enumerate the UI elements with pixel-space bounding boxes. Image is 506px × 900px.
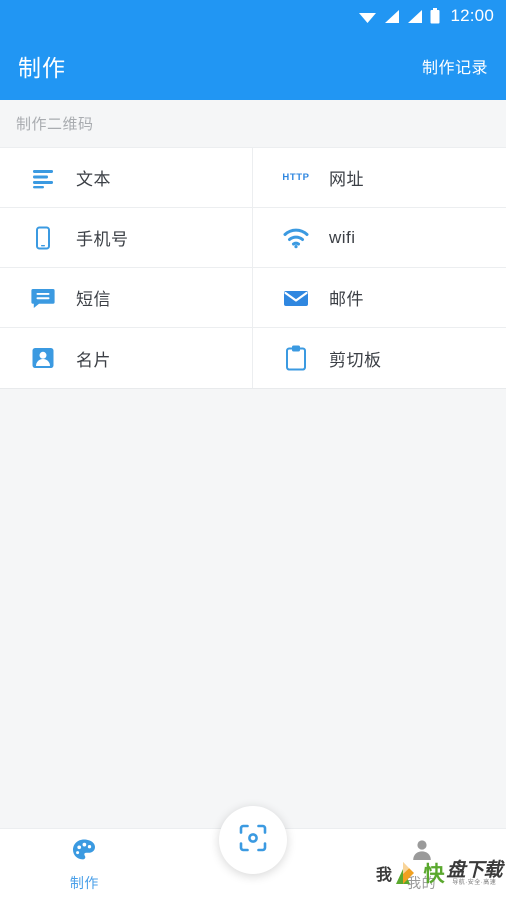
grid-item-label: 名片	[76, 350, 111, 370]
qr-type-grid: 文本 HTTP 网址 手机号 wifi 短信 邮件 名片 剪切板	[0, 148, 506, 389]
page-title: 制作	[18, 55, 66, 81]
palette-icon	[71, 837, 97, 868]
grid-item-label: 手机号	[76, 230, 129, 249]
person-icon	[409, 837, 435, 868]
phone-icon	[28, 223, 58, 253]
grid-item-label: 短信	[76, 290, 111, 309]
nav-tab-label: 制作	[69, 874, 99, 891]
grid-item-label: wifi	[329, 227, 356, 247]
status-bar-time: 12:00	[450, 6, 494, 25]
nav-tab-profile[interactable]: 我的	[337, 829, 506, 900]
app-screen: 12:00 制作 制作记录 制作二维码 文本 HTTP 网址 手机号 wifi …	[0, 0, 506, 900]
message-icon	[28, 283, 58, 313]
wifi-icon	[281, 223, 311, 253]
wifi-icon	[359, 12, 377, 23]
history-button[interactable]: 制作记录	[422, 54, 488, 78]
signal-icon	[408, 9, 423, 23]
grid-item-label: 邮件	[329, 290, 364, 309]
grid-item-email[interactable]: 邮件	[253, 268, 506, 328]
status-bar: 12:00	[0, 0, 506, 32]
scan-fab-button[interactable]	[219, 806, 287, 874]
text-lines-icon	[28, 163, 58, 193]
grid-item-text[interactable]: 文本	[0, 148, 253, 208]
grid-item-wifi[interactable]: wifi	[253, 208, 506, 268]
http-badge-text: HTTP	[282, 172, 310, 183]
grid-item-phone[interactable]: 手机号	[0, 208, 253, 268]
nav-tab-label: 我的	[407, 874, 437, 891]
grid-item-label: 网址	[329, 170, 364, 189]
envelope-icon	[281, 283, 311, 313]
grid-item-label: 文本	[76, 170, 111, 189]
battery-icon	[430, 8, 440, 24]
grid-item-sms[interactable]: 短信	[0, 268, 253, 328]
contact-card-icon	[28, 343, 58, 373]
grid-item-clipboard[interactable]: 剪切板	[253, 328, 506, 388]
content-empty-area	[0, 389, 506, 829]
signal-icon	[385, 9, 400, 23]
grid-item-label: 剪切板	[329, 350, 382, 370]
section-header: 制作二维码	[0, 100, 506, 148]
grid-item-contact[interactable]: 名片	[0, 328, 253, 388]
grid-item-url[interactable]: HTTP 网址	[253, 148, 506, 208]
app-bar: 制作 制作记录	[0, 32, 506, 100]
clipboard-icon	[281, 343, 311, 373]
http-icon: HTTP	[281, 163, 311, 193]
scan-qr-icon	[238, 823, 268, 858]
nav-tab-create[interactable]: 制作	[0, 829, 169, 900]
